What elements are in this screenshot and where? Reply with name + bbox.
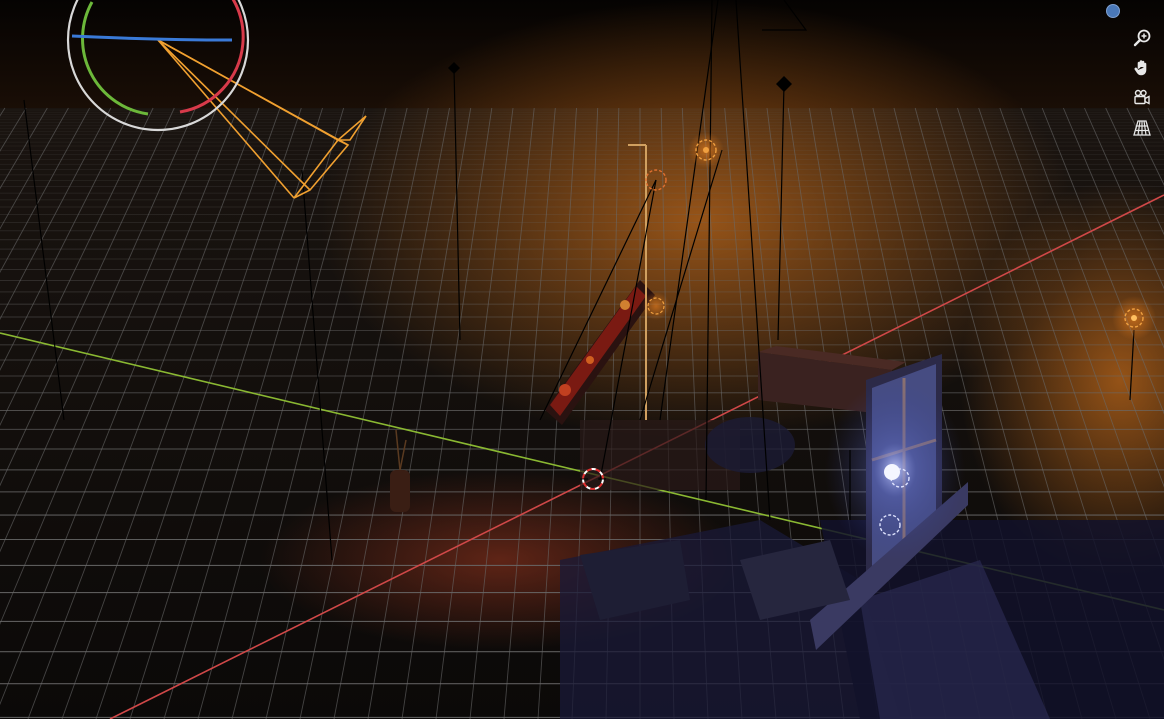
pan-button[interactable] [1128, 54, 1156, 82]
navigation-toolbar [1126, 24, 1158, 144]
perspective-toggle-button[interactable] [1128, 114, 1156, 142]
zoom-icon [1133, 29, 1151, 47]
viewport-scene[interactable] [0, 0, 1164, 719]
zoom-button[interactable] [1128, 24, 1156, 52]
camera-view-icon [1134, 89, 1150, 105]
camera-view-button[interactable] [1128, 84, 1156, 112]
hand-pan-icon [1134, 60, 1147, 76]
perspective-grid-icon [1133, 120, 1151, 136]
3d-viewport[interactable] [0, 0, 1164, 719]
view-indicator-dot[interactable] [1106, 4, 1120, 18]
